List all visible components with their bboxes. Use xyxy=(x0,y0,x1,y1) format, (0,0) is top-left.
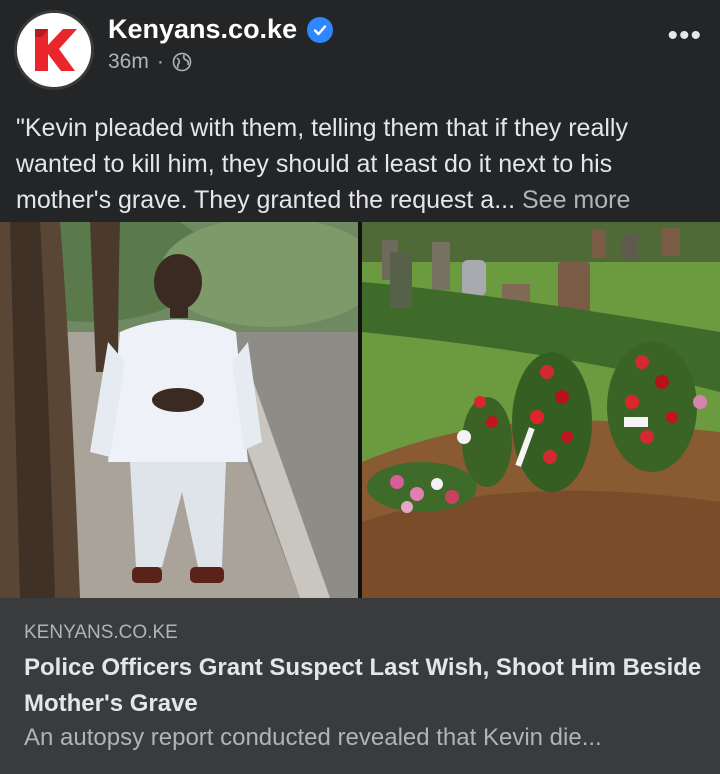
post-header: Kenyans.co.ke 36m · ••• xyxy=(0,0,720,100)
photo-man-standing[interactable] xyxy=(0,222,358,598)
verified-badge-icon xyxy=(307,16,334,43)
page-name-label[interactable]: Kenyans.co.ke xyxy=(108,14,297,45)
photo-grave-flowers[interactable] xyxy=(362,222,720,598)
link-domain: KENYANS.CO.KE xyxy=(24,622,178,643)
post-media[interactable] xyxy=(0,222,720,598)
link-preview-card[interactable]: KENYANS.CO.KE Police Officers Grant Susp… xyxy=(0,598,720,774)
page-avatar[interactable] xyxy=(14,10,94,90)
kenyans-logo-icon xyxy=(17,13,91,87)
page-name[interactable]: Kenyans.co.ke xyxy=(108,14,334,45)
globe-icon[interactable] xyxy=(172,52,192,72)
link-description: An autopsy report conducted revealed tha… xyxy=(24,724,602,751)
post-meta: 36m · xyxy=(108,50,192,74)
see-more-link[interactable]: See more xyxy=(522,186,630,214)
more-options-button[interactable]: ••• xyxy=(667,21,702,51)
post-text: "Kevin pleaded with them, telling them t… xyxy=(16,110,706,218)
meta-separator: · xyxy=(156,50,164,73)
post-timestamp[interactable]: 36m xyxy=(108,50,149,74)
link-title[interactable]: Police Officers Grant Suspect Last Wish,… xyxy=(24,650,704,722)
